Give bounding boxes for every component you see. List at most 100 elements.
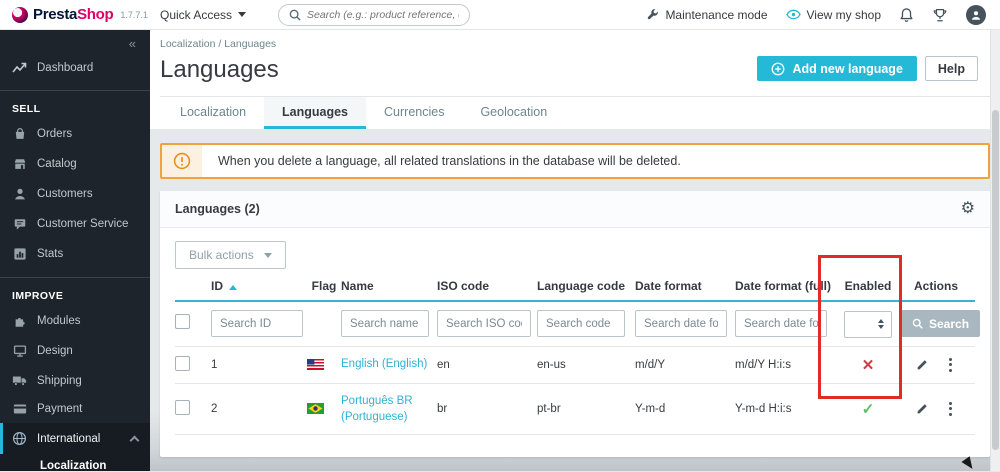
- column-header-enabled[interactable]: Enabled: [835, 279, 901, 293]
- sidebar-subitem-localization[interactable]: Localization: [0, 454, 150, 471]
- column-header-iso-code[interactable]: ISO code: [437, 279, 537, 293]
- row-checkbox[interactable]: [175, 399, 190, 415]
- sidebar-item-payment[interactable]: Payment: [0, 395, 150, 423]
- tab-currencies[interactable]: Currencies: [366, 97, 462, 129]
- warning-message: When you delete a language, all related …: [218, 154, 681, 168]
- sidebar-payment-label: Payment: [37, 403, 83, 415]
- brand-name: PrestaShop: [33, 6, 114, 23]
- column-header-flag: Flag: [311, 279, 337, 293]
- tab-bar: Localization Languages Currencies Geoloc…: [160, 96, 990, 129]
- filter-name-input[interactable]: [341, 310, 429, 338]
- filter-language-code-input[interactable]: [537, 310, 625, 338]
- sidebar-item-customer-service[interactable]: Customer Service: [0, 209, 150, 239]
- chevron-down-icon: [238, 12, 247, 17]
- breadcrumb-separator: /: [218, 38, 222, 50]
- filter-iso-code-input[interactable]: [437, 310, 531, 338]
- tab-geolocation[interactable]: Geolocation: [462, 97, 565, 129]
- page-header: Localization / Languages Languages Add n…: [150, 30, 1000, 129]
- warning-icon-box: [162, 145, 202, 177]
- chevron-up-icon: [129, 435, 140, 445]
- trophy-icon[interactable]: [932, 7, 948, 23]
- notifications-bell-icon[interactable]: [899, 7, 914, 23]
- trend-chart-icon: [12, 61, 27, 74]
- table-row-english[interactable]: 1 English (English) en en-us m/d/Y m/d/Y…: [175, 347, 975, 384]
- warning-icon: [173, 152, 191, 170]
- sidebar-item-orders[interactable]: Orders: [0, 119, 150, 149]
- edit-pencil-icon[interactable]: [916, 402, 929, 415]
- brazil-flag-icon: [307, 403, 341, 415]
- table-row-portuguese[interactable]: 2 Português BR (Portuguese) br pt-br Y-m…: [175, 384, 975, 435]
- column-header-date-format[interactable]: Date format: [635, 279, 735, 293]
- column-header-date-format-full[interactable]: Date format (full): [735, 279, 835, 293]
- filter-date-format-full-input[interactable]: [735, 310, 827, 338]
- gear-icon[interactable]: ⚙: [961, 201, 975, 217]
- sidebar-item-customers[interactable]: Customers: [0, 179, 150, 209]
- sidebar-item-design[interactable]: Design: [0, 336, 150, 366]
- column-header-id[interactable]: ID: [211, 279, 307, 293]
- sidebar-international-label: International: [37, 432, 101, 445]
- sidebar-orders-label: Orders: [37, 128, 73, 140]
- cell-date-format: m/d/Y: [635, 358, 666, 371]
- sidebar-item-international[interactable]: International: [0, 423, 150, 454]
- column-header-name[interactable]: Name: [341, 279, 437, 293]
- global-search[interactable]: [278, 3, 471, 26]
- sidebar-item-modules[interactable]: Modules: [0, 306, 150, 336]
- table-search-button[interactable]: Search: [901, 310, 981, 338]
- filter-enabled-select[interactable]: [844, 310, 892, 338]
- select-all-checkbox[interactable]: [175, 313, 190, 329]
- quick-access-label: Quick Access: [160, 7, 233, 22]
- cell-date-format-full: m/d/Y H:i:s: [735, 358, 792, 371]
- filter-date-format-input[interactable]: [635, 310, 727, 338]
- maintenance-mode[interactable]: Maintenance mode: [645, 7, 768, 22]
- maintenance-label: Maintenance mode: [665, 7, 768, 22]
- search-input[interactable]: [307, 8, 460, 21]
- tab-languages[interactable]: Languages: [264, 97, 367, 129]
- sidebar-customer-service-label: Customer Service: [37, 218, 129, 230]
- language-name-link[interactable]: Português BR (Portuguese): [341, 395, 413, 423]
- disabled-cross-icon[interactable]: ✕: [862, 357, 875, 374]
- row-menu-dots-icon[interactable]: [945, 356, 956, 374]
- add-language-label: Add new language: [792, 61, 903, 76]
- bulk-actions-label: Bulk actions: [189, 248, 254, 262]
- user-avatar[interactable]: [966, 4, 986, 25]
- sidebar-collapse-button[interactable]: «: [0, 30, 150, 53]
- cell-language-code: en-us: [537, 358, 566, 371]
- globe-icon: [12, 431, 27, 446]
- add-new-language-button[interactable]: Add new language: [757, 56, 917, 81]
- column-header-language-code[interactable]: Language code: [537, 279, 635, 293]
- cell-language-code: pt-br: [537, 402, 561, 415]
- sidebar-item-stats[interactable]: Stats: [0, 239, 150, 269]
- cell-date-format-full: Y-m-d H:i:s: [735, 402, 792, 415]
- filter-id-input[interactable]: [211, 310, 303, 338]
- version-label: 1.7.7.1: [120, 9, 148, 20]
- cell-iso-code: en: [437, 358, 450, 371]
- prestashop-logo[interactable]: PrestaShop 1.7.7.1: [0, 6, 150, 23]
- sidebar-item-dashboard[interactable]: Dashboard: [0, 53, 150, 82]
- bulk-actions-button[interactable]: Bulk actions: [175, 241, 286, 269]
- languages-panel: Languages (2) ⚙ Bulk actions ID Flag Nam…: [160, 191, 990, 457]
- topbar: PrestaShop 1.7.7.1 Quick Access Maintena…: [0, 0, 1000, 30]
- view-my-shop[interactable]: View my shop: [785, 7, 881, 22]
- quick-access-menu[interactable]: Quick Access: [160, 7, 247, 22]
- sort-asc-icon: [229, 285, 237, 290]
- help-button[interactable]: Help: [924, 56, 978, 81]
- warning-alert: When you delete a language, all related …: [160, 143, 990, 179]
- sidebar-section-sell: SELL: [12, 103, 41, 115]
- language-name-link[interactable]: English (English): [341, 358, 427, 370]
- sidebar-item-shipping[interactable]: Shipping: [0, 366, 150, 395]
- row-menu-dots-icon[interactable]: [945, 400, 956, 418]
- column-header-actions: Actions: [913, 279, 958, 293]
- table-header-row: ID Flag Name ISO code Language code Date…: [175, 279, 975, 302]
- breadcrumb-current: Languages: [224, 38, 277, 50]
- edit-pencil-icon[interactable]: [916, 358, 929, 371]
- select-arrows-icon: [878, 319, 884, 329]
- sidebar-item-catalog[interactable]: Catalog: [0, 149, 150, 179]
- scrollbar-thumb[interactable]: [992, 110, 999, 450]
- view-shop-label: View my shop: [806, 7, 881, 22]
- tab-localization[interactable]: Localization: [162, 97, 264, 129]
- row-checkbox[interactable]: [175, 355, 190, 371]
- vertical-scrollbar[interactable]: [990, 30, 1000, 471]
- breadcrumb-parent[interactable]: Localization: [160, 38, 215, 50]
- enabled-check-icon[interactable]: ✓: [862, 401, 875, 418]
- credit-card-icon: [12, 403, 27, 415]
